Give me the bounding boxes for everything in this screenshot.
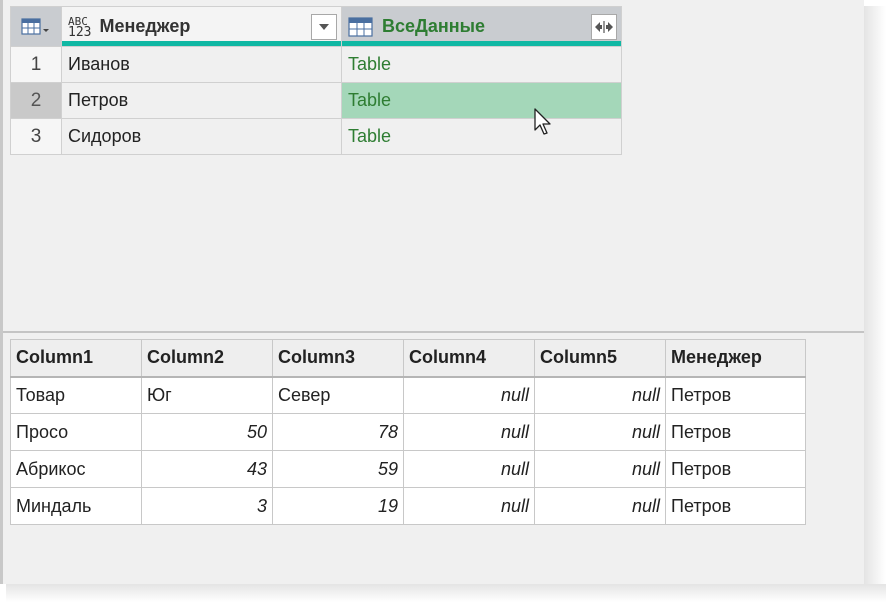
preview-cell-number: 78 [272,413,404,451]
column-quality-bar [62,41,341,46]
column-header-manager[interactable]: ABC 123 Менеджер [61,6,342,47]
preview-column-header: Column1 [10,339,142,378]
preview-cell: Петров [665,487,806,525]
preview-cell-null: null [534,487,666,525]
manager-cell[interactable]: Сидоров [61,118,342,155]
pane-splitter[interactable] [3,331,864,333]
expand-arrows-icon [595,21,613,33]
chevron-down-icon [319,24,329,30]
table-link-cell[interactable]: Table [341,46,622,83]
preview-column-header: Column2 [141,339,273,378]
preview-row: Просо 50 78 null null Петров [10,413,806,451]
preview-cell: Петров [665,376,806,414]
table-selector-header[interactable] [10,6,62,47]
preview-column-header: Column3 [272,339,404,378]
preview-cell: Товар [10,376,142,414]
preview-cell-null: null [534,413,666,451]
table-grid-icon [21,17,49,35]
preview-cell-null: null [534,376,666,414]
preview-cell-number: 3 [141,487,273,525]
column-filter-dropdown[interactable] [311,14,337,40]
preview-header-row: Column1 Column2 Column3 Column4 Column5 … [10,339,806,378]
window-shadow-bottom [6,584,886,602]
query-table: ABC 123 Менеджер ВсеДанные 1 Иванов Tabl… [10,6,622,155]
table-row[interactable]: 3 Сидоров Table [10,118,622,155]
column-header-all-data[interactable]: ВсеДанные [341,6,622,47]
manager-cell[interactable]: Петров [61,82,342,119]
row-number[interactable]: 3 [10,118,62,155]
mouse-cursor-icon [534,108,551,135]
preview-cell: Абрикос [10,450,142,488]
column-header-label: ВсеДанные [382,16,485,36]
preview-row: Миндаль 3 19 null null Петров [10,487,806,525]
expand-column-button[interactable] [591,14,617,40]
preview-cell: Просо [10,413,142,451]
manager-cell[interactable]: Иванов [61,46,342,83]
preview-column-header: Менеджер [665,339,806,378]
preview-cell-null: null [534,450,666,488]
preview-cell-number: 43 [141,450,273,488]
table-link-cell[interactable]: Table [341,118,622,155]
preview-cell-number: 19 [272,487,404,525]
preview-cell-null: null [403,376,535,414]
table-link-cell-selected[interactable]: Table [341,82,622,119]
abc-123-icon: ABC 123 [68,14,92,40]
column-quality-bar [342,41,621,46]
preview-cell-null: null [403,450,535,488]
table-row[interactable]: 2 Петров Table [10,82,622,119]
preview-cell-null: null [403,413,535,451]
preview-cell: Север [272,376,404,414]
preview-cell: Миндаль [10,487,142,525]
preview-cell-null: null [403,487,535,525]
preview-cell-number: 59 [272,450,404,488]
table-row[interactable]: 1 Иванов Table [10,46,622,83]
window-shadow-right [864,6,886,596]
preview-cell: Петров [665,413,806,451]
preview-cell: Петров [665,450,806,488]
row-number[interactable]: 1 [10,46,62,83]
column-header-label: Менеджер [99,16,191,36]
table-icon [348,16,373,37]
preview-cell-number: 50 [141,413,273,451]
preview-table: Column1 Column2 Column3 Column4 Column5 … [10,339,806,525]
row-number[interactable]: 2 [10,82,62,119]
preview-row: Товар Юг Север null null Петров [10,376,806,414]
preview-row: Абрикос 43 59 null null Петров [10,450,806,488]
preview-cell: Юг [141,376,273,414]
preview-column-header: Column4 [403,339,535,378]
preview-column-header: Column5 [534,339,666,378]
